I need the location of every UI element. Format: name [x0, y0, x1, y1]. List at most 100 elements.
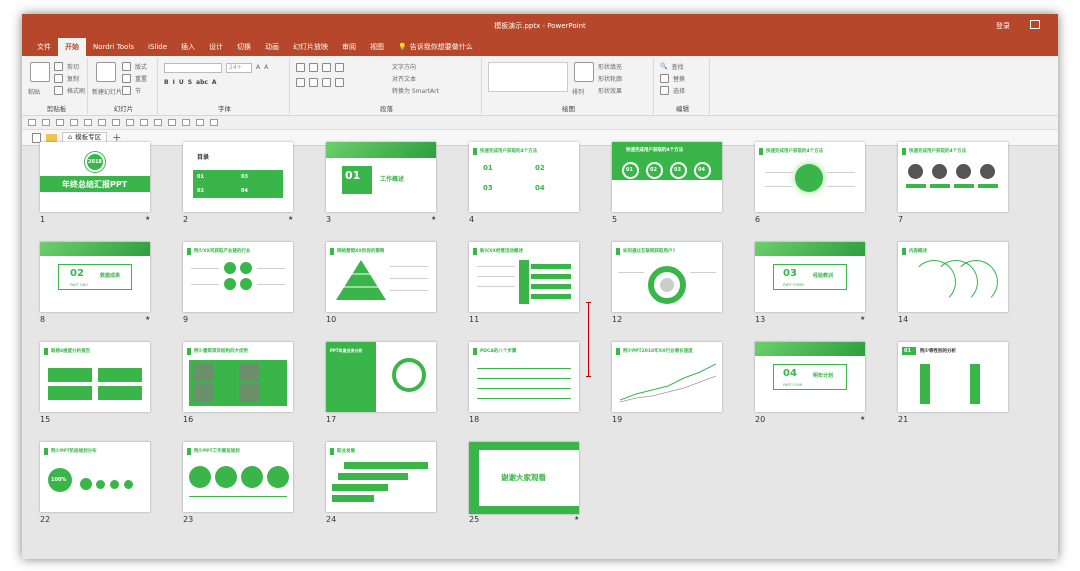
toolbar-icon[interactable] — [84, 119, 92, 126]
folder-icon[interactable] — [46, 133, 57, 142]
grow-font-icon[interactable]: A — [256, 64, 260, 71]
slide-thumbnail[interactable]: 快速完成用户获取的4个方法 — [898, 142, 1008, 212]
font-size-input[interactable]: 24+ — [226, 62, 252, 73]
justify-icon[interactable] — [335, 78, 344, 87]
toolbar-icon[interactable] — [28, 119, 36, 126]
slide-thumbnail[interactable]: 荆少PPT工作展览规划 — [183, 442, 293, 512]
align-text-button[interactable]: 对齐文本 — [392, 74, 416, 83]
shape-outline-button[interactable]: 形状轮廓 — [598, 74, 622, 83]
toolbar-icon[interactable] — [168, 119, 176, 126]
indent-icon[interactable] — [322, 63, 331, 72]
slide-number: 17 — [326, 415, 337, 424]
shrink-font-icon[interactable]: A — [264, 64, 268, 71]
toolbar-icon[interactable] — [154, 119, 162, 126]
slide-thumbnail[interactable]: 如何通过互联网获取用户? — [612, 242, 722, 312]
tab-slideshow[interactable]: 幻灯片放映 — [286, 38, 335, 56]
shapes-gallery[interactable] — [488, 62, 568, 92]
tab-view[interactable]: 视图 — [363, 38, 391, 56]
slide-thumbnail[interactable]: 快速完成用户获取的4个方法 01 02 03 04 — [612, 142, 722, 212]
line-spacing-icon[interactable] — [335, 63, 344, 72]
slide-thumbnail[interactable]: 01 工作概述 — [326, 142, 436, 212]
slide-thumbnail[interactable]: 荆少PPT阶段规划分布 100% — [40, 442, 150, 512]
paste-label[interactable]: 粘贴 — [28, 87, 40, 96]
slide-thumbnail[interactable]: 网络营销XX阶段的策略 — [326, 242, 436, 312]
tab-transitions[interactable]: 切换 — [230, 38, 258, 56]
layout-button[interactable]: 版式 — [135, 62, 147, 71]
toolbar-icon[interactable] — [140, 119, 148, 126]
slide-thumbnail[interactable]: 荆少建筑项目结构四大优势 — [183, 342, 293, 412]
toolbar-icon[interactable] — [196, 119, 204, 126]
toolbar-icon[interactable] — [42, 119, 50, 126]
smartart-button[interactable]: 转换为 SmartArt — [392, 86, 439, 95]
arrange-icon[interactable] — [574, 62, 594, 82]
slide-thumbnail[interactable]: PPT年度业务分析 — [326, 342, 436, 412]
shadow-button[interactable]: S — [188, 79, 192, 86]
slide-thumbnail[interactable]: 2018 年终总结汇报PPT — [40, 142, 150, 212]
slide-title: 网络营销XX阶段的策略 — [337, 249, 385, 254]
tab-nordri-tools[interactable]: Nordri Tools — [86, 38, 141, 56]
toolbar-icon[interactable] — [56, 119, 64, 126]
tab-design[interactable]: 设计 — [202, 38, 230, 56]
tab-insert[interactable]: 插入 — [174, 38, 202, 56]
ribbon-display-options-icon[interactable] — [1030, 20, 1040, 29]
slide-thumbnail[interactable]: 01 荆少等性别的分析 — [898, 342, 1008, 412]
tell-me-box[interactable]: 💡 告诉我你想要做什么 — [391, 38, 480, 56]
slide-thumbnail[interactable]: 联想4维度分析报告 — [40, 342, 150, 412]
align-center-icon[interactable] — [309, 78, 318, 87]
reset-button[interactable]: 重置 — [135, 74, 147, 83]
paste-icon[interactable] — [30, 62, 50, 82]
replace-button[interactable]: 替换 — [673, 74, 685, 83]
slide-thumbnail[interactable]: 快速完成用户获取的4个方法 — [755, 142, 865, 212]
italic-button[interactable]: I — [173, 79, 175, 86]
tab-file[interactable]: 文件 — [30, 38, 58, 56]
slide-thumbnail[interactable]: 02 数据成果 PART TWO — [40, 242, 150, 312]
slide-thumbnail[interactable]: 目录 01 03 02 04 — [183, 142, 293, 212]
find-button[interactable]: 查找 — [671, 62, 683, 71]
tab-animations[interactable]: 动画 — [258, 38, 286, 56]
section-button[interactable]: 节 — [135, 86, 141, 95]
new-file-icon[interactable] — [32, 132, 41, 143]
toolbar-icon[interactable] — [182, 119, 190, 126]
shape-fill-button[interactable]: 形状填充 — [598, 62, 622, 71]
slide-thumbnail[interactable]: 03 经验教训 PART THREE — [755, 242, 865, 312]
cut-button[interactable]: 剪切 — [67, 62, 79, 71]
group-paragraph: 文字方向 对齐文本 转换为 SmartArt 段落 — [292, 58, 482, 114]
toolbar-icon[interactable] — [126, 119, 134, 126]
toolbar-icon[interactable] — [98, 119, 106, 126]
slide-thumbnail[interactable]: 内容概述 — [898, 242, 1008, 312]
shape-effects-button[interactable]: 形状效果 — [598, 86, 622, 95]
tab-review[interactable]: 审阅 — [335, 38, 363, 56]
toolbar-icon[interactable] — [112, 119, 120, 126]
select-button[interactable]: 选择 — [673, 86, 685, 95]
slide-thumbnail[interactable]: 谢谢大家观看 — [469, 442, 579, 514]
bold-button[interactable]: B — [164, 79, 169, 86]
copy-button[interactable]: 复制 — [67, 74, 79, 83]
new-slide-button[interactable]: 新建幻灯片 — [92, 87, 122, 96]
underline-button[interactable]: U — [179, 79, 184, 86]
strike-button[interactable]: abc — [196, 79, 208, 86]
font-color-button[interactable]: A — [212, 79, 217, 86]
slide-thumbnail[interactable]: 快速完成用户获取的4个方法 01 02 03 04 — [469, 142, 579, 212]
toolbar-icon[interactable] — [210, 119, 218, 126]
text-direction-button[interactable]: 文字方向 — [392, 62, 416, 71]
login-button[interactable]: 登录 — [996, 21, 1010, 31]
slide-thumbnail[interactable]: PDCA的八个步骤 — [469, 342, 579, 412]
slide-thumbnail[interactable]: 职业发展 — [326, 442, 436, 512]
align-left-icon[interactable] — [296, 78, 305, 87]
font-name-input[interactable] — [164, 62, 222, 73]
toolbar-icon[interactable] — [70, 119, 78, 126]
slide-thumbnail[interactable]: 荆少PPT2018年XX行业增长速度 — [612, 342, 722, 412]
toc-item: 04 — [241, 188, 248, 194]
arrange-button[interactable]: 排列 — [572, 87, 584, 96]
bullets-icon[interactable] — [296, 63, 305, 72]
format-painter-button[interactable]: 格式刷 — [67, 86, 85, 95]
slide-thumbnail[interactable]: 04 明年计划 PART FOUR — [755, 342, 865, 412]
tab-islide[interactable]: iSlide — [141, 38, 174, 56]
slide-title: 新兴XX经营活动概述 — [480, 249, 523, 254]
align-right-icon[interactable] — [322, 78, 331, 87]
tab-home[interactable]: 开始 — [58, 38, 86, 56]
new-slide-icon[interactable] — [96, 62, 116, 82]
slide-thumbnail[interactable]: 新兴XX经营活动概述 — [469, 242, 579, 312]
numbering-icon[interactable] — [309, 63, 318, 72]
slide-thumbnail[interactable]: 荆少XX司获取产业链的行业 — [183, 242, 293, 312]
